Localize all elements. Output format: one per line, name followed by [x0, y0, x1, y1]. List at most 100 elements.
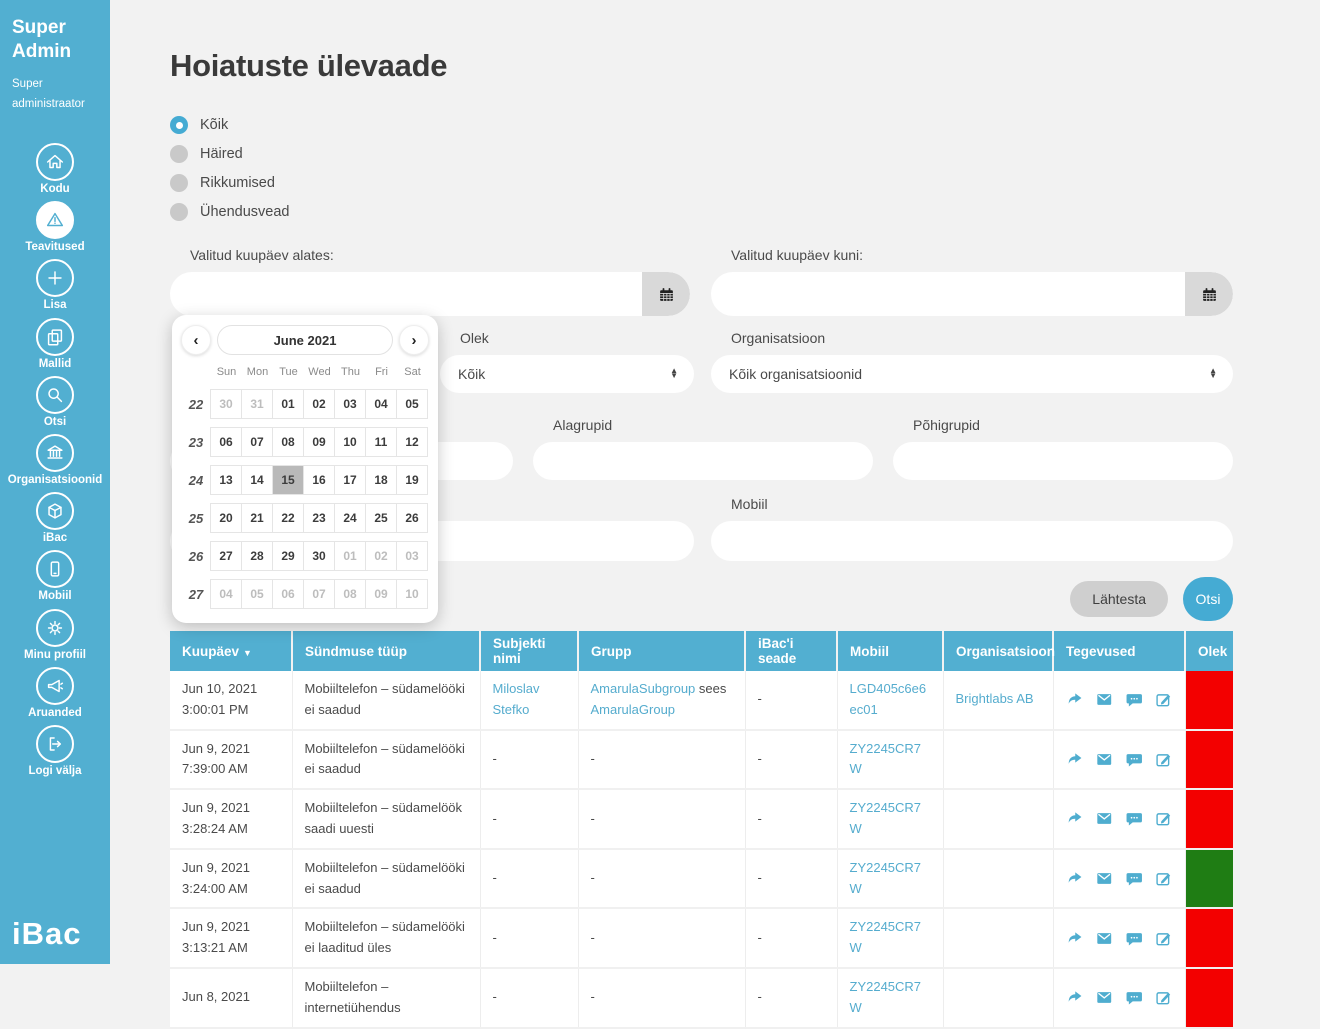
comment-icon[interactable] [1125, 809, 1144, 828]
calendar-day[interactable]: 09 [303, 427, 335, 457]
alagrupid-input[interactable] [533, 442, 873, 480]
comment-icon[interactable] [1125, 929, 1144, 948]
email-icon[interactable] [1095, 929, 1114, 948]
calendar-day[interactable]: 02 [365, 541, 397, 571]
email-icon[interactable] [1095, 750, 1114, 769]
sidebar-item-mallid[interactable]: Mallid [36, 318, 74, 371]
olek-select[interactable]: Kõik ▲▼ [440, 355, 694, 393]
calendar-day[interactable]: 27 [210, 541, 242, 571]
mobile-link[interactable]: ZY2245CR7W [850, 860, 922, 896]
calendar-day[interactable]: 30 [303, 541, 335, 571]
column-header-grupp[interactable]: Grupp [578, 631, 745, 671]
calendar-day[interactable]: 22 [272, 503, 304, 533]
calendar-day[interactable]: 03 [334, 389, 366, 419]
radio-button[interactable] [170, 174, 188, 192]
forward-icon[interactable] [1066, 809, 1085, 828]
email-icon[interactable] [1095, 869, 1114, 888]
forward-icon[interactable] [1066, 869, 1085, 888]
calendar-day[interactable]: 16 [303, 465, 335, 495]
forward-icon[interactable] [1066, 690, 1085, 709]
search-button[interactable]: Otsi [1183, 577, 1233, 621]
mobile-link[interactable]: ZY2245CR7W [850, 800, 922, 836]
calendar-day-selected[interactable]: 15 [272, 465, 304, 495]
date-from-input[interactable] [170, 272, 642, 316]
edit-icon[interactable] [1154, 750, 1173, 769]
group-link[interactable]: AmarulaGroup [591, 702, 676, 717]
calendar-day[interactable]: 08 [272, 427, 304, 457]
calendar-day[interactable]: 01 [272, 389, 304, 419]
calendar-day[interactable]: 04 [210, 579, 242, 609]
mobiil-input[interactable] [711, 521, 1233, 561]
mobile-link[interactable]: ZY2245CR7W [850, 919, 922, 955]
sidebar-item-teavitused[interactable]: Teavitused [25, 201, 84, 254]
calendar-day[interactable]: 17 [334, 465, 366, 495]
calendar-day[interactable]: 07 [241, 427, 273, 457]
email-icon[interactable] [1095, 809, 1114, 828]
column-header-sundmuse-tuup[interactable]: Sündmuse tüüp [292, 631, 480, 671]
mobile-link[interactable]: ZY2245CR7W [850, 979, 922, 1015]
calendar-day[interactable]: 12 [396, 427, 428, 457]
calendar-day[interactable]: 26 [396, 503, 428, 533]
column-header-ibaci-seade[interactable]: iBac'i seade [745, 631, 837, 671]
calendar-day[interactable]: 03 [396, 541, 428, 571]
organisatsioon-select[interactable]: Kõik organisatsioonid ▲▼ [711, 355, 1233, 393]
radio-button[interactable] [170, 203, 188, 221]
calendar-day[interactable]: 09 [365, 579, 397, 609]
radio-button[interactable] [170, 145, 188, 163]
date-to-calendar-button[interactable] [1185, 272, 1233, 316]
sidebar-item-minu-profiil[interactable]: Minu profiil [24, 609, 86, 662]
comment-icon[interactable] [1125, 869, 1144, 888]
calendar-day[interactable]: 06 [272, 579, 304, 609]
subgroup-link[interactable]: AmarulaSubgroup [591, 681, 696, 696]
column-header-subjekti-nimi[interactable]: Subjekti nimi [480, 631, 578, 671]
forward-icon[interactable] [1066, 988, 1085, 1007]
date-to-input[interactable] [711, 272, 1185, 316]
radio-rikkumised[interactable]: Rikkumised [170, 174, 1320, 192]
sidebar-item-logi-valja[interactable]: Logi välja [28, 725, 81, 778]
mobile-link[interactable]: LGD405c6e6ec01 [850, 681, 927, 717]
forward-icon[interactable] [1066, 929, 1085, 948]
column-header-kuupaev[interactable]: Kuupäev▼ [170, 631, 292, 671]
sidebar-item-ibac[interactable]: iBac [36, 492, 74, 545]
column-header-tegevused[interactable]: Tegevused [1053, 631, 1185, 671]
edit-icon[interactable] [1154, 690, 1173, 709]
calendar-day[interactable]: 23 [303, 503, 335, 533]
radio-koik[interactable]: Kõik [170, 116, 1320, 134]
calendar-day[interactable]: 29 [272, 541, 304, 571]
calendar-day[interactable]: 10 [396, 579, 428, 609]
date-from-calendar-button[interactable] [642, 272, 690, 316]
calendar-day[interactable]: 11 [365, 427, 397, 457]
column-header-organisatsioon[interactable]: Organisatsioon [943, 631, 1053, 671]
calendar-day[interactable]: 19 [396, 465, 428, 495]
mobile-link[interactable]: ZY2245CR7W [850, 741, 922, 777]
calendar-month-label[interactable]: June 2021 [217, 325, 393, 355]
calendar-day[interactable]: 20 [210, 503, 242, 533]
comment-icon[interactable] [1125, 750, 1144, 769]
email-icon[interactable] [1095, 988, 1114, 1007]
calendar-day[interactable]: 14 [241, 465, 273, 495]
column-header-olek[interactable]: Olek [1185, 631, 1233, 671]
calendar-day[interactable]: 07 [303, 579, 335, 609]
calendar-day[interactable]: 05 [396, 389, 428, 419]
calendar-day[interactable]: 28 [241, 541, 273, 571]
sidebar-item-otsi[interactable]: Otsi [36, 376, 74, 429]
sidebar-item-lisa[interactable]: Lisa [36, 259, 74, 312]
column-header-mobiil[interactable]: Mobiil [837, 631, 943, 671]
calendar-day[interactable]: 08 [334, 579, 366, 609]
edit-icon[interactable] [1154, 809, 1173, 828]
calendar-day[interactable]: 04 [365, 389, 397, 419]
calendar-day[interactable]: 02 [303, 389, 335, 419]
calendar-day[interactable]: 25 [365, 503, 397, 533]
calendar-day[interactable]: 13 [210, 465, 242, 495]
calendar-day[interactable]: 05 [241, 579, 273, 609]
reset-button[interactable]: Lähtesta [1070, 581, 1168, 617]
comment-icon[interactable] [1125, 988, 1144, 1007]
edit-icon[interactable] [1154, 988, 1173, 1007]
sidebar-item-mobiil[interactable]: Mobiil [36, 550, 74, 603]
email-icon[interactable] [1095, 690, 1114, 709]
calendar-next-button[interactable]: › [399, 325, 429, 355]
calendar-day[interactable]: 21 [241, 503, 273, 533]
calendar-day[interactable]: 06 [210, 427, 242, 457]
sidebar-item-aruanded[interactable]: Aruanded [28, 667, 82, 720]
comment-icon[interactable] [1125, 690, 1144, 709]
